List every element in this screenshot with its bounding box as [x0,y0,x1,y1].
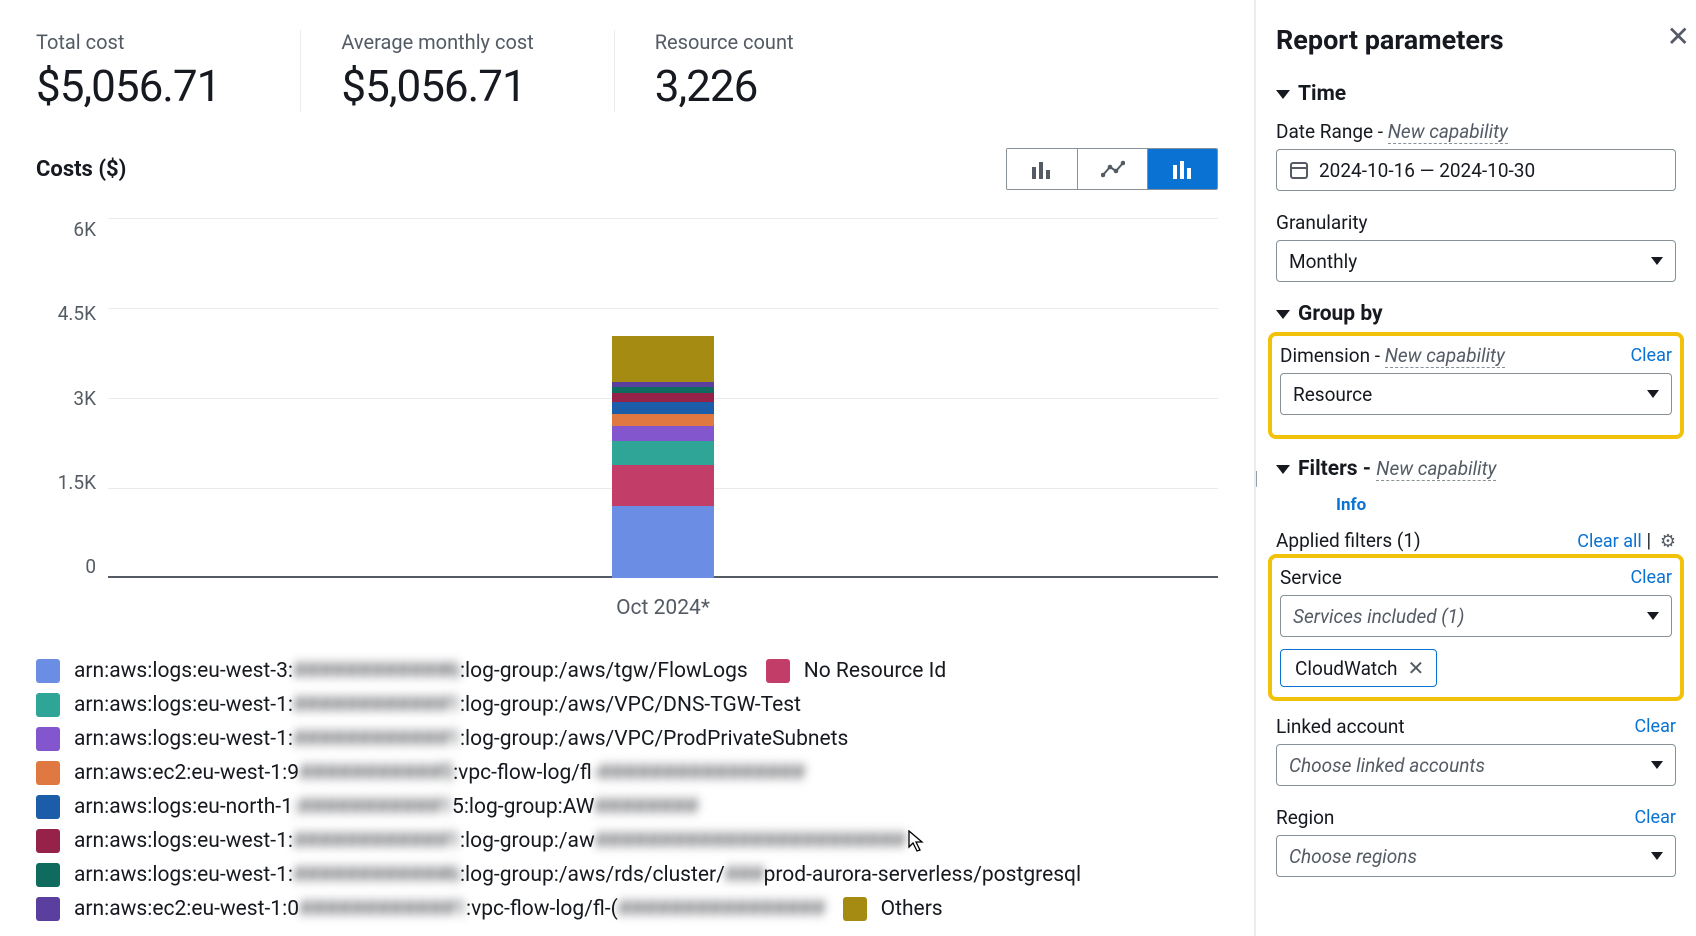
bar-segment[interactable] [612,506,714,578]
service-clear-link[interactable]: Clear [1630,567,1672,588]
summary-row: Total cost $5,056.71 Average monthly cos… [36,30,1218,112]
avg-cost-label: Average monthly cost [341,30,533,54]
dimension-highlight: Dimension - New capability Clear Resourc… [1268,332,1684,439]
linked-account-select[interactable]: Choose linked accounts [1276,744,1676,786]
swatch-icon [843,897,867,921]
bar-segment[interactable] [612,393,714,401]
total-cost-label: Total cost [36,30,220,54]
chart-type-toggle [1006,148,1218,190]
y-axis: 6K 4.5K 3K 1.5K 0 [36,218,108,578]
main-content: Total cost $5,056.71 Average monthly cos… [0,0,1256,936]
panel-title: Report parameters [1276,24,1676,56]
applied-filters-row: Applied filters (1) Clear all | ⚙ [1276,529,1676,552]
region-label: Region Clear [1276,806,1676,829]
swatch-icon [36,863,60,887]
time-section-header[interactable]: Time [1276,82,1676,106]
dimension-clear-link[interactable]: Clear [1630,345,1672,366]
bar-segment[interactable] [612,441,714,465]
chart-area: 6K 4.5K 3K 1.5K 0 [36,218,1218,578]
date-range-input[interactable]: 2024-10-16 — 2024-10-30 [1276,149,1676,191]
region-select[interactable]: Choose regions [1276,835,1676,877]
summary-avg-cost: Average monthly cost $5,056.71 [300,30,573,112]
chevron-down-icon [1647,390,1659,398]
ytick: 1.5K [58,471,96,494]
legend: arn:aws:logs:eu-west-3:############6:log… [36,654,1218,926]
caret-down-icon [1276,310,1290,319]
legend-item[interactable]: Others [843,892,943,926]
legend-item[interactable]: arn:aws:logs:eu-west-1:############1:log… [36,824,1218,858]
bar-segment[interactable] [612,336,714,383]
chevron-down-icon [1647,612,1659,620]
swatch-icon [36,897,60,921]
bar-segment[interactable] [612,465,714,506]
legend-item[interactable]: No Resource Id [766,654,946,688]
swatch-icon [36,727,60,751]
avg-cost-value: $5,056.71 [341,60,533,112]
legend-item[interactable]: arn:aws:logs:eu-west-3:############6:log… [36,654,748,688]
report-parameters-panel: || ✕ Report parameters Time Date Range -… [1256,0,1696,936]
line-chart-icon [1101,159,1125,179]
stacked-bar-chart-button[interactable] [1147,149,1217,189]
service-chip-cloudwatch: CloudWatch ✕ [1280,649,1437,687]
caret-down-icon [1276,90,1290,99]
granularity-select[interactable]: Monthly [1276,240,1676,282]
bar-chart-icon [1031,159,1053,179]
x-axis-label: Oct 2024* [108,596,1218,620]
summary-total-cost: Total cost $5,056.71 [36,30,260,112]
line-chart-button[interactable] [1077,149,1147,189]
calendar-icon [1289,160,1309,180]
bar-segment[interactable] [612,426,714,442]
linked-account-label: Linked account Clear [1276,715,1676,738]
resource-count-value: 3,226 [655,60,794,112]
close-icon[interactable]: ✕ [1667,20,1690,53]
summary-resource-count: Resource count 3,226 [614,30,834,112]
ytick: 6K [73,218,96,241]
chart-title: Costs ($) [36,157,126,182]
chevron-down-icon [1651,852,1663,860]
resource-count-label: Resource count [655,30,794,54]
dimension-label: Dimension - New capability Clear [1280,344,1672,367]
swatch-icon [36,761,60,785]
bar-segment[interactable] [612,414,714,426]
stacked-bar[interactable] [612,336,714,578]
stacked-bar-chart-icon [1172,159,1194,179]
region-clear-link[interactable]: Clear [1634,807,1676,828]
caret-down-icon [1276,465,1290,474]
swatch-icon [36,829,60,853]
legend-item[interactable]: arn:aws:ec2:eu-west-1:0############1:vpc… [36,892,825,926]
swatch-icon [36,795,60,819]
legend-item[interactable]: arn:aws:logs:eu-west-1:############6:log… [36,858,1218,892]
chevron-down-icon [1651,257,1663,265]
dimension-select[interactable]: Resource [1280,373,1672,415]
ytick: 0 [85,555,96,578]
chart-header: Costs ($) [36,148,1218,190]
filters-section-header[interactable]: Filters - New capability [1276,457,1676,481]
groupby-section-header[interactable]: Group by [1276,302,1676,326]
clear-all-link[interactable]: Clear all [1577,531,1642,552]
ytick: 4.5K [58,302,96,325]
service-select[interactable]: Services included (1) [1280,595,1672,637]
legend-item[interactable]: arn:aws:logs:eu-west-1:############1:log… [36,688,1218,722]
swatch-icon [36,693,60,717]
legend-item[interactable]: arn:aws:logs:eu-north-1:###########15:lo… [36,790,1218,824]
legend-item[interactable]: arn:aws:ec2:eu-west-1:9###########5:vpc-… [36,756,1218,790]
plot-area[interactable] [108,218,1218,578]
bar-segment[interactable] [612,402,714,414]
date-range-label: Date Range - New capability [1276,120,1676,143]
swatch-icon [766,659,790,683]
linked-clear-link[interactable]: Clear [1634,716,1676,737]
service-highlight: Service Clear Services included (1) Clou… [1268,554,1684,701]
granularity-label: Granularity [1276,211,1676,234]
chevron-down-icon [1651,761,1663,769]
info-link[interactable]: Info [1336,495,1366,515]
legend-item[interactable]: arn:aws:logs:eu-west-1:############1:log… [36,722,1218,756]
ytick: 3K [73,387,96,410]
remove-chip-icon[interactable]: ✕ [1408,656,1425,680]
swatch-icon [36,659,60,683]
gear-icon[interactable]: ⚙ [1660,531,1676,552]
bar-chart-button[interactable] [1007,149,1077,189]
service-label: Service Clear [1280,566,1672,589]
total-cost-value: $5,056.71 [36,60,220,112]
